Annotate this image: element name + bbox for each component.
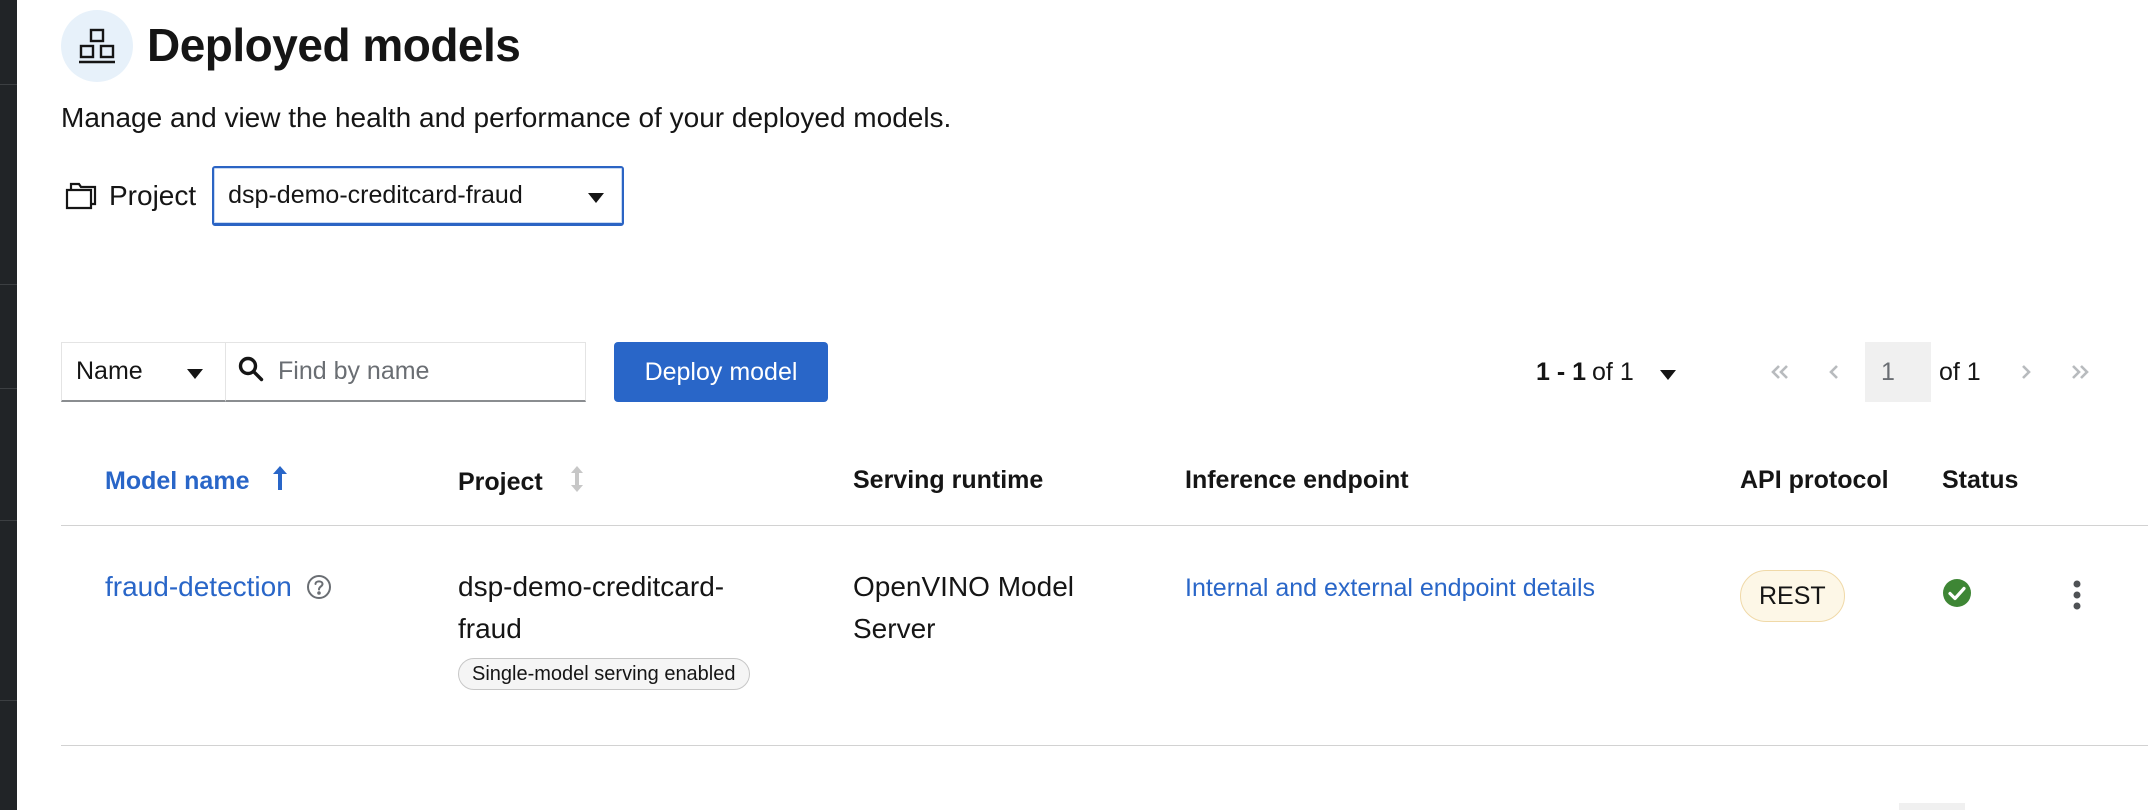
project-icon	[65, 179, 99, 213]
search-input[interactable]	[278, 357, 568, 386]
model-name-cell: fraud-detection	[105, 566, 332, 608]
previous-page-icon[interactable]	[1807, 342, 1861, 402]
caret-down-icon	[1659, 358, 1676, 387]
pagination-total: of 1	[1592, 357, 1634, 386]
page-total: of 1	[1939, 357, 1981, 386]
column-header-api-protocol: API protocol	[1740, 466, 1889, 494]
column-header-status: Status	[1942, 466, 2019, 494]
project-cell: dsp-demo-creditcard-fraud Single-model s…	[458, 566, 768, 692]
next-page-icon[interactable]	[1999, 342, 2053, 402]
page-title: Deployed models	[147, 19, 521, 71]
inference-endpoint-link[interactable]: Internal and external endpoint details	[1185, 567, 1595, 609]
serving-mode-label: Single-model serving enabled	[458, 658, 750, 690]
column-header-model-name[interactable]: Model name	[105, 466, 288, 497]
project-select[interactable]: dsp-demo-creditcard-fraud	[212, 166, 625, 226]
models-icon	[61, 10, 133, 82]
project-selector-row: Project dsp-demo-creditcard-fraud	[65, 166, 625, 226]
api-protocol-badge: REST	[1740, 570, 1845, 622]
deployed-models-table: Model name Project Serving runtime Infer…	[61, 432, 2148, 746]
sort-ascending-icon	[273, 466, 288, 497]
page-number-input[interactable]	[1865, 342, 1931, 402]
last-page-icon[interactable]	[2053, 342, 2107, 402]
filter-attribute-value: Name	[76, 357, 143, 385]
left-nav-rail	[0, 0, 17, 810]
filter-attribute-select[interactable]: Name	[61, 342, 226, 402]
column-header-inference-endpoint: Inference endpoint	[1185, 466, 1409, 494]
help-icon[interactable]	[306, 574, 332, 600]
caret-down-icon	[187, 357, 203, 386]
project-label: Project	[109, 180, 197, 211]
pagination-nav: of 1	[1753, 342, 2107, 402]
row-actions-kebab-icon[interactable]	[2067, 578, 2087, 612]
table-toolbar: Name Deploy model 1 - 1 of 1	[61, 342, 2148, 402]
caret-down-icon	[588, 181, 605, 210]
search-box	[225, 342, 586, 402]
table-header: Model name Project Serving runtime Infer…	[61, 432, 2148, 526]
column-header-serving-runtime: Serving runtime	[853, 466, 1044, 494]
model-name-link[interactable]: fraud-detection	[105, 566, 292, 608]
deploy-model-button[interactable]: Deploy model	[614, 342, 828, 402]
bottom-pagination-input	[1899, 803, 1965, 810]
first-page-icon[interactable]	[1753, 342, 1807, 402]
project-select-value: dsp-demo-creditcard-fraud	[228, 181, 523, 209]
table-row: fraud-detection dsp-demo-creditcard-frau…	[61, 526, 2148, 746]
project-name: dsp-demo-creditcard-fraud	[458, 571, 725, 644]
sort-icon	[570, 466, 583, 499]
pagination-range: 1 - 1	[1536, 357, 1587, 386]
main-content: Deployed models Manage and view the heal…	[17, 0, 2148, 810]
serving-runtime-cell: OpenVINO Model Server	[853, 571, 1074, 644]
column-header-project[interactable]: Project	[458, 466, 583, 499]
pagination-count-toggle[interactable]: 1 - 1 of 1	[1536, 342, 1676, 402]
search-icon	[238, 356, 264, 387]
page-description: Manage and view the health and performan…	[61, 102, 952, 133]
status-success-icon	[1942, 578, 1972, 613]
